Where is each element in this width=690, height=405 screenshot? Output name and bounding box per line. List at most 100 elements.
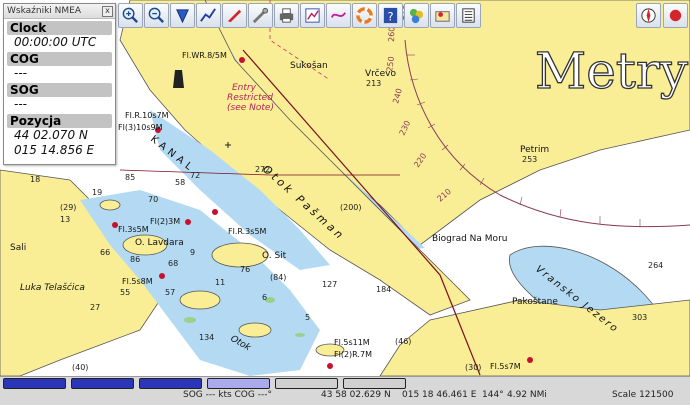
mob-icon: [227, 9, 242, 23]
svg-text:18: 18: [30, 175, 40, 184]
place-label: Luka Telašćica: [20, 282, 85, 293]
record-icon: [669, 9, 682, 22]
close-icon[interactable]: x: [102, 6, 113, 17]
svg-text:57: 57: [165, 288, 175, 297]
svg-text:76: 76: [240, 265, 250, 274]
svg-text:72: 72: [190, 171, 200, 180]
zoom-out-button[interactable]: [144, 3, 169, 28]
status-bar: SOG --- kts COG ---° 43 58 02.629 N 015 …: [0, 376, 690, 405]
place-label: Pakoštane: [512, 296, 558, 307]
svg-text:5: 5: [305, 313, 310, 322]
svg-text:Fl.5s8M: Fl.5s8M: [122, 277, 153, 286]
position-lat: 44 02.070 N: [14, 128, 88, 142]
svg-text:19: 19: [92, 188, 102, 197]
svg-text:66: 66: [100, 248, 110, 257]
sog-cog-readout: SOG --- kts COG ---°: [183, 390, 272, 400]
svg-text:86: 86: [130, 255, 140, 264]
position-lon: 015 14.856 E: [14, 143, 95, 157]
svg-text:264: 264: [648, 261, 663, 270]
svg-text:Fl.5s11M: Fl.5s11M: [334, 338, 370, 347]
place-label: Petrim: [520, 145, 549, 155]
cursor-latitude: 43 58 02.629 N: [321, 390, 391, 400]
svg-text:11: 11: [215, 278, 225, 287]
svg-text:Entry: Entry: [232, 83, 257, 93]
svg-text:303: 303: [632, 313, 647, 322]
compass-icon: [641, 8, 656, 23]
svg-text:Fl.3s5M: Fl.3s5M: [118, 225, 149, 234]
place-label: Biograd Na Moru: [432, 234, 507, 244]
list-button[interactable]: [456, 3, 481, 28]
list-icon: [462, 8, 475, 23]
scale-readout: Scale 121500: [612, 390, 674, 400]
svg-text:27: 27: [90, 303, 100, 312]
distance-readout: 4.92 NMi: [507, 390, 547, 400]
help-icon: ?: [383, 7, 398, 23]
svg-text:Fl(3)10s9M: Fl(3)10s9M: [118, 123, 163, 132]
chart-bar-segment[interactable]: [275, 378, 338, 389]
chart-bar-segment[interactable]: [71, 378, 134, 389]
svg-text:127: 127: [322, 280, 337, 289]
svg-text:(see Note): (see Note): [227, 103, 274, 113]
svg-text:Restricted: Restricted: [227, 93, 273, 103]
zoom-in-icon: [122, 7, 138, 23]
route-manager-icon: [305, 8, 320, 23]
track-log-button[interactable]: [326, 3, 351, 28]
main-toolbar: ?: [118, 3, 481, 31]
settings-icon: [435, 11, 450, 22]
chart-bar-segment[interactable]: [207, 378, 270, 389]
track-log-icon: [330, 12, 346, 18]
scale-watermark: Metry: [535, 42, 689, 100]
position-header: Pozycja: [7, 114, 112, 128]
svg-text:70: 70: [148, 195, 158, 204]
route-button[interactable]: [170, 3, 195, 28]
svg-text:Fl.R.3s5M: Fl.R.3s5M: [228, 227, 267, 236]
svg-text:184: 184: [376, 285, 391, 294]
track-icon: [200, 8, 216, 22]
svg-text:(200): (200): [340, 203, 362, 212]
help-button[interactable]: ?: [378, 3, 403, 28]
svg-text:272: 272: [255, 165, 270, 174]
place-label: O. Sit: [262, 251, 287, 261]
measure-icon: [252, 7, 269, 24]
settings-button[interactable]: [430, 3, 455, 28]
print-button[interactable]: [274, 3, 299, 28]
route-icon: [176, 9, 189, 24]
svg-text:(30): (30): [465, 363, 481, 372]
svg-text:9: 9: [190, 248, 195, 257]
zoom-in-button[interactable]: [118, 3, 143, 28]
lifebuoy-button[interactable]: [352, 3, 377, 28]
svg-text:6: 6: [262, 293, 267, 302]
svg-text:Fl(2)3M: Fl(2)3M: [150, 217, 180, 226]
measure-button[interactable]: [248, 3, 273, 28]
clock-header: Clock: [7, 21, 112, 35]
mob-button[interactable]: [222, 3, 247, 28]
chart-bar-segment[interactable]: [139, 378, 202, 389]
record-button[interactable]: [663, 3, 688, 28]
svg-text:(29): (29): [60, 203, 76, 212]
cursor-longitude: 015 18 46.461 E: [402, 390, 477, 400]
cog-value: ---: [14, 66, 27, 80]
svg-text:Fl.WR.8/5M: Fl.WR.8/5M: [182, 51, 227, 60]
print-icon: [279, 8, 294, 23]
clock-value: 00:00:00 UTC: [14, 35, 97, 49]
svg-text:Fl(2)R.7M: Fl(2)R.7M: [334, 350, 372, 359]
svg-text:Fl.5s7M: Fl.5s7M: [490, 362, 521, 371]
track-button[interactable]: [196, 3, 221, 28]
svg-text:13: 13: [60, 215, 70, 224]
chart-bar-segment[interactable]: [3, 378, 66, 389]
place-label: O. Lavdara: [135, 238, 184, 248]
place-label: Sukošan: [290, 60, 328, 71]
svg-text:55: 55: [120, 288, 130, 297]
bearing-readout: 144°: [482, 390, 504, 400]
svg-text:(40): (40): [72, 363, 88, 372]
place-label: Sali: [10, 243, 26, 253]
layers-button[interactable]: [404, 3, 429, 28]
nmea-panel-title: Wskaźniki NMEA: [7, 6, 81, 16]
sog-header: SOG: [7, 83, 112, 97]
svg-text:58: 58: [175, 178, 185, 187]
compass-button[interactable]: [636, 3, 661, 28]
route-manager-button[interactable]: [300, 3, 325, 28]
svg-text:68: 68: [168, 259, 178, 268]
nmea-panel-titlebar[interactable]: Wskaźniki NMEA x: [4, 4, 115, 19]
chart-bar-segment[interactable]: [343, 378, 406, 389]
